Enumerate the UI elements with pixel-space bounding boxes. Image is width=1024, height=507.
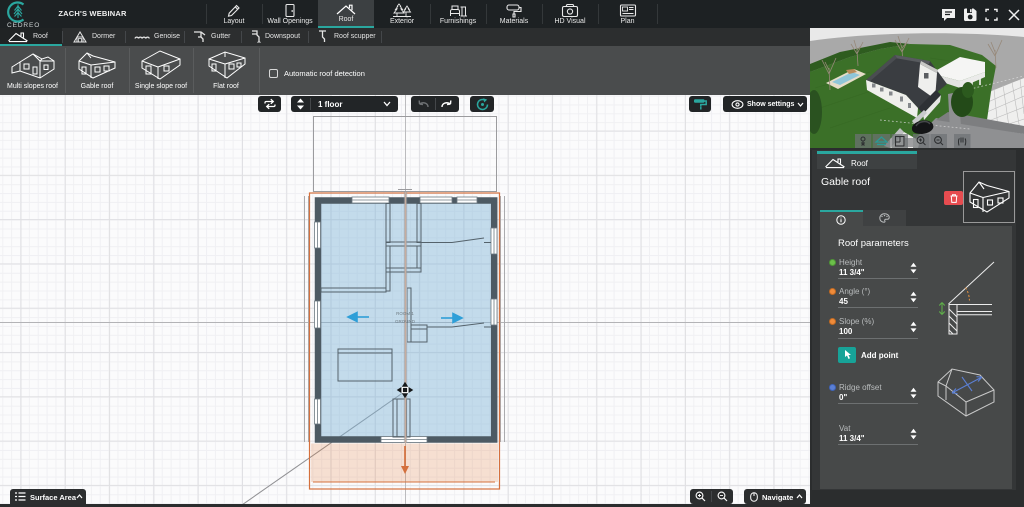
- svg-text:ROOM 1: ROOM 1: [396, 311, 414, 316]
- svg-text:GROUND: GROUND: [395, 319, 416, 324]
